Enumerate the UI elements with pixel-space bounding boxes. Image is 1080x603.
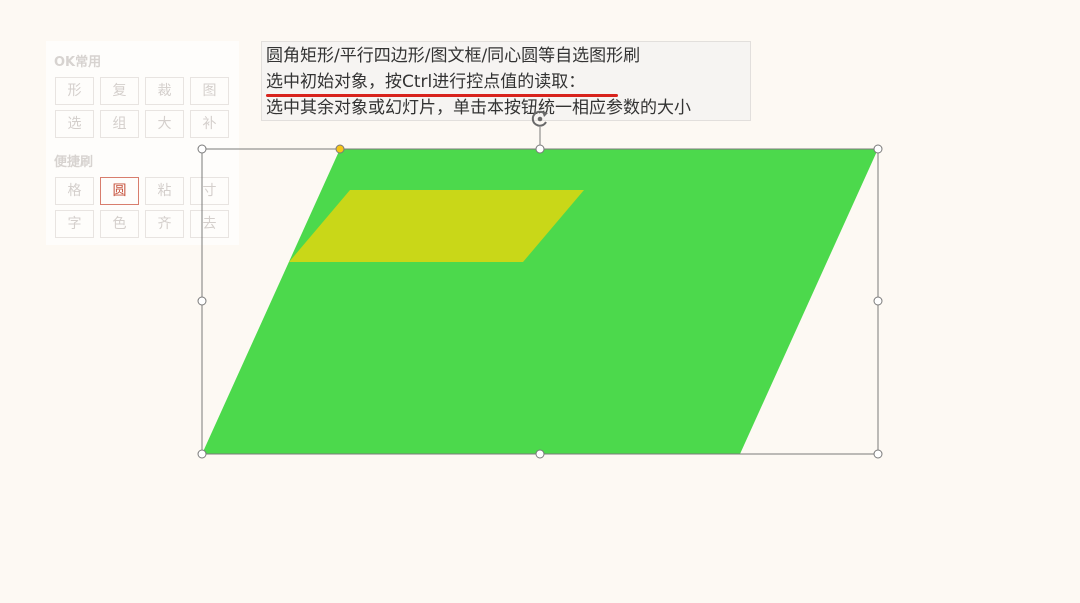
tip-line-1: 圆角矩形/平行四边形/图文框/同心圆等自选图形刷 <box>266 46 641 66</box>
resize-handle-bottom-right[interactable] <box>873 449 883 459</box>
resize-handle-middle-left[interactable] <box>197 296 207 306</box>
tip-line-3: 选中其余对象或幻灯片，单击本按钮统一相应参数的大小 <box>266 98 691 118</box>
instruction-tooltip: 圆角矩形/平行四边形/图文框/同心圆等自选图形刷 选中初始对象，按Ctrl进行控… <box>261 41 751 121</box>
rotate-icon[interactable] <box>529 108 551 130</box>
resize-handle-bottom-middle[interactable] <box>535 449 545 459</box>
resize-handle-bottom-left[interactable] <box>197 449 207 459</box>
resize-handle-middle-right[interactable] <box>873 296 883 306</box>
resize-handle-top-middle[interactable] <box>535 144 545 154</box>
resize-handle-top-right[interactable] <box>873 144 883 154</box>
adjust-handle[interactable] <box>335 144 345 154</box>
tip-line-2: 选中初始对象，按Ctrl进行控点值的读取： <box>266 72 586 92</box>
resize-handle-top-left[interactable] <box>197 144 207 154</box>
